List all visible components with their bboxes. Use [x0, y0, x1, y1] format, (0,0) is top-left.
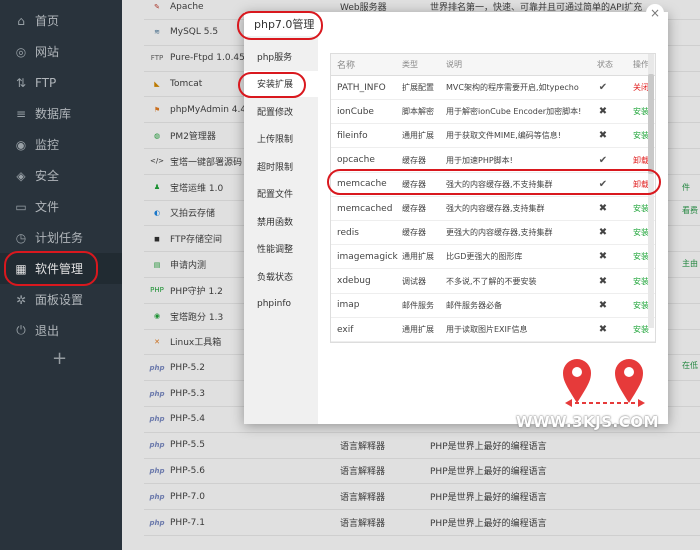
table-row: ionCube 脚本解密 用于解密ionCube Encoder加密脚本! ✖ 安装: [331, 100, 655, 125]
extension-name: fileinfo: [337, 130, 368, 141]
extension-desc: 不多说,不了解的不要安装: [446, 276, 537, 286]
dialog-tab[interactable]: 禁用函数: [244, 208, 318, 234]
col-op: 操作: [633, 60, 649, 69]
table-row: exif 通用扩展 用于读取图片EXIF信息 ✖ 安装: [331, 318, 655, 342]
extension-name: ionCube: [337, 106, 374, 117]
install-link[interactable]: 安装: [633, 221, 649, 244]
extension-desc: 用于解密ionCube Encoder加密脚本!: [446, 107, 582, 117]
install-link[interactable]: 安装: [633, 124, 649, 147]
annotation-oval: [238, 72, 306, 98]
extension-name: imagemagick: [337, 251, 398, 262]
table-row: PATH_INFO 扩展配置 MVC架构的程序需要开启,如typecho ✔ 关闭: [331, 76, 655, 100]
map-pin-icon: [615, 359, 643, 403]
extension-desc: 用于读取图片EXIF信息: [446, 325, 528, 334]
watermark-text: WWW.3KJS.COM: [516, 413, 659, 431]
extension-name: xdebug: [337, 276, 371, 287]
install-link[interactable]: 安装: [633, 318, 649, 341]
table-row: imagemagick 通用扩展 比GD更强大的图形库 ✖ 安装: [331, 245, 655, 270]
extension-desc: 比GD更强大的图形库: [446, 252, 523, 262]
extension-desc: MVC架构的程序需要开启,如typecho: [446, 83, 579, 92]
extension-type: 通用扩展: [402, 325, 434, 334]
extension-name: redis: [337, 227, 359, 238]
extensions-table-header: 名称 类型 说明 状态 操作: [331, 54, 655, 76]
annotation-oval: [327, 169, 661, 195]
extensions-table: 名称 类型 说明 状态 操作 PATH_INFO 扩展配置 MVC架构的程序需要开启…: [330, 53, 656, 343]
annotation-oval: [4, 251, 98, 286]
cross-icon: ✖: [598, 324, 608, 335]
dialog-tab[interactable]: 负载状态: [244, 263, 318, 289]
dialog-tab[interactable]: 配置修改: [244, 98, 318, 124]
extension-type: 邮件服务: [402, 300, 434, 310]
install-link[interactable]: 安装: [633, 294, 649, 317]
dialog-tab[interactable]: 上传限制: [244, 126, 318, 152]
table-row: xdebug 调试器 不多说,不了解的不要安装 ✖ 安装: [331, 270, 655, 294]
extension-name: PATH_INFO: [337, 82, 386, 93]
extension-name: memcached: [337, 203, 393, 214]
extension-desc: 用于获取文件MIME,编码等信息!: [446, 131, 561, 141]
extension-desc: 邮件服务器必备: [446, 300, 502, 310]
cross-icon: ✖: [598, 227, 608, 239]
cross-icon: ✖: [598, 275, 608, 287]
extension-type: 调试器: [402, 276, 426, 286]
extension-desc: 更强大的内容缓存器,支持集群: [446, 228, 553, 238]
scrollbar-thumb[interactable]: [648, 74, 654, 174]
cross-icon: ✖: [598, 299, 608, 311]
col-name: 名称: [337, 61, 356, 71]
extension-name: exif: [337, 324, 354, 335]
dialog-tab[interactable]: 配置文件: [244, 181, 318, 207]
col-type: 类型: [402, 60, 418, 69]
cross-icon: ✖: [598, 130, 608, 142]
extension-name: imap: [337, 300, 360, 311]
dialog-tab[interactable]: 性能调整: [244, 236, 318, 262]
col-desc: 说明: [446, 60, 462, 69]
table-row: redis 缓存器 更强大的内容缓存器,支持集群 ✖ 安装: [331, 221, 655, 246]
extension-type: 通用扩展: [402, 252, 434, 262]
extension-type: 扩展配置: [402, 83, 434, 92]
check-icon: ✔: [598, 82, 608, 93]
dialog-tab[interactable]: php服务: [244, 43, 318, 69]
extension-type: 通用扩展: [402, 131, 434, 141]
cross-icon: ✖: [598, 203, 608, 214]
map-pin-icon: [563, 359, 591, 403]
cross-icon: ✖: [598, 251, 608, 263]
table-row: imap 邮件服务 邮件服务器必备 ✖ 安装: [331, 294, 655, 318]
dialog-tab[interactable]: phpinfo: [244, 291, 318, 317]
extension-type: 缓存器: [402, 228, 426, 238]
install-link[interactable]: 安装: [633, 100, 649, 123]
install-link[interactable]: 安装: [633, 245, 649, 268]
uninstall-link[interactable]: 关闭: [633, 76, 649, 99]
install-link[interactable]: 安装: [633, 197, 649, 220]
annotation-oval: [237, 11, 323, 40]
table-row: fileinfo 通用扩展 用于获取文件MIME,编码等信息! ✖ 安装: [331, 124, 655, 149]
cross-icon: ✖: [598, 106, 608, 118]
extension-desc: 强大的内容缓存器,支持集群: [446, 204, 545, 213]
install-link[interactable]: 安装: [633, 270, 649, 293]
table-row: memcached 缓存器 强大的内容缓存器,支持集群 ✖ 安装: [331, 197, 655, 221]
dialog-tab[interactable]: 超时限制: [244, 153, 318, 179]
extension-type: 缓存器: [402, 204, 426, 213]
col-status: 状态: [597, 60, 613, 69]
close-icon[interactable]: ×: [646, 4, 664, 22]
extension-type: 脚本解密: [402, 107, 434, 117]
